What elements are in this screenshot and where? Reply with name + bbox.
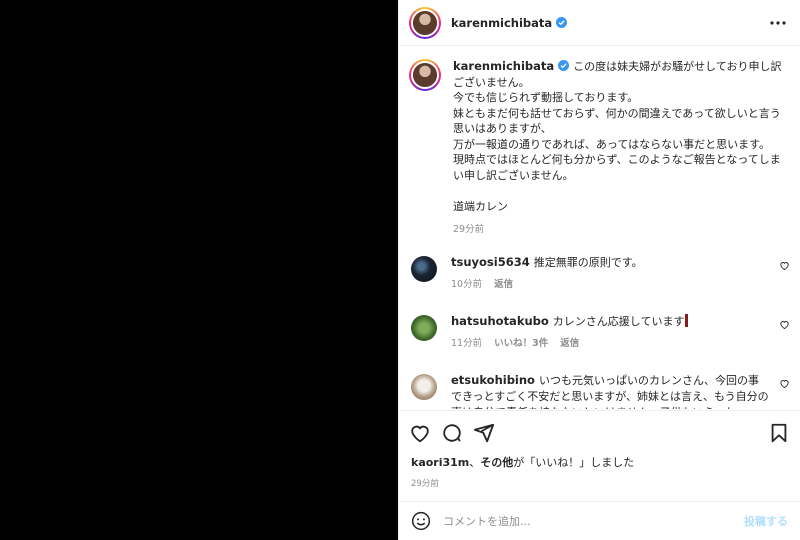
add-comment-bar: 投稿する (399, 501, 800, 540)
bookmark-icon[interactable] (768, 422, 790, 444)
commenter-avatar[interactable] (411, 314, 437, 341)
verified-badge-icon (558, 60, 570, 71)
app-root: karenmichibata karenmichibata この度は妹夫婦がお騒が… (0, 0, 800, 540)
caption-timestamp[interactable]: 29分前 (453, 222, 786, 238)
comment-icon[interactable] (441, 422, 463, 444)
emoji-glyph (685, 313, 689, 327)
more-options-icon[interactable] (768, 15, 788, 31)
commenter-avatar[interactable] (411, 255, 437, 282)
comment-username[interactable]: etsukohibino (451, 373, 535, 387)
likes-others-link[interactable]: その他 (480, 456, 513, 469)
commenter-avatar[interactable] (411, 373, 437, 400)
caption-username[interactable]: karenmichibata (453, 59, 554, 73)
comment-timestamp[interactable]: 10分前 (451, 277, 482, 293)
comment-like-icon[interactable] (779, 378, 790, 389)
comment-username[interactable]: hatsuhotakubo (451, 314, 549, 328)
comment-likes-count[interactable]: いいね！3件 (494, 336, 548, 352)
heart-icon[interactable] (409, 422, 431, 444)
author-username[interactable]: karenmichibata (451, 16, 552, 30)
likes-separator: 、 (469, 456, 481, 469)
comment-like-icon[interactable] (779, 260, 790, 271)
reply-button[interactable]: 返信 (560, 336, 579, 352)
share-icon[interactable] (473, 422, 495, 444)
author-avatar[interactable] (409, 6, 441, 39)
comments-scroll-area[interactable]: karenmichibata この度は妹夫婦がお騒がせしており申し訳ございません。… (399, 47, 800, 409)
liker-username[interactable]: kaori31m (411, 456, 469, 469)
post-sidebar: karenmichibata karenmichibata この度は妹夫婦がお騒が… (398, 0, 800, 540)
reply-button[interactable]: 返信 (494, 277, 513, 293)
comment-item: hatsuhotakubo カレンさん応援しています 11分前 いいね！3件 返信 (399, 313, 800, 352)
comment-item: tsuyosi5634 推定無罪の原則です。 10分前 返信 (399, 254, 800, 293)
post-comment-button[interactable]: 投稿する (744, 513, 788, 529)
comment-username[interactable]: tsuyosi5634 (451, 255, 530, 269)
post-header: karenmichibata (399, 0, 800, 46)
emoji-icon[interactable] (411, 511, 431, 531)
post-media[interactable] (0, 0, 398, 540)
comment-input[interactable] (443, 514, 744, 528)
post-action-bar (399, 410, 800, 454)
comment-like-icon[interactable] (779, 319, 790, 330)
post-caption: karenmichibata この度は妹夫婦がお騒がせしており申し訳ございません。… (399, 47, 800, 238)
verified-badge-icon (556, 17, 568, 28)
likes-summary: kaori31m、その他が「いいね！」しました (411, 454, 634, 470)
post-timestamp[interactable]: 29分前 (411, 477, 439, 489)
comment-text: カレンさん応援しています (552, 314, 685, 328)
caption-avatar[interactable] (409, 59, 441, 91)
comment-item: etsukohibino いつも元気いっぱいのカレンさん、今回の事できっとすごく不… (399, 372, 800, 409)
likes-suffix: が「いいね！」しました (513, 456, 635, 469)
caption-text: この度は妹夫婦がお騒がせしており申し訳ございません。 今でも信じられず動揺してお… (453, 60, 782, 213)
comment-timestamp[interactable]: 11分前 (451, 336, 482, 352)
comment-text: 推定無罪の原則です。 (533, 255, 643, 269)
